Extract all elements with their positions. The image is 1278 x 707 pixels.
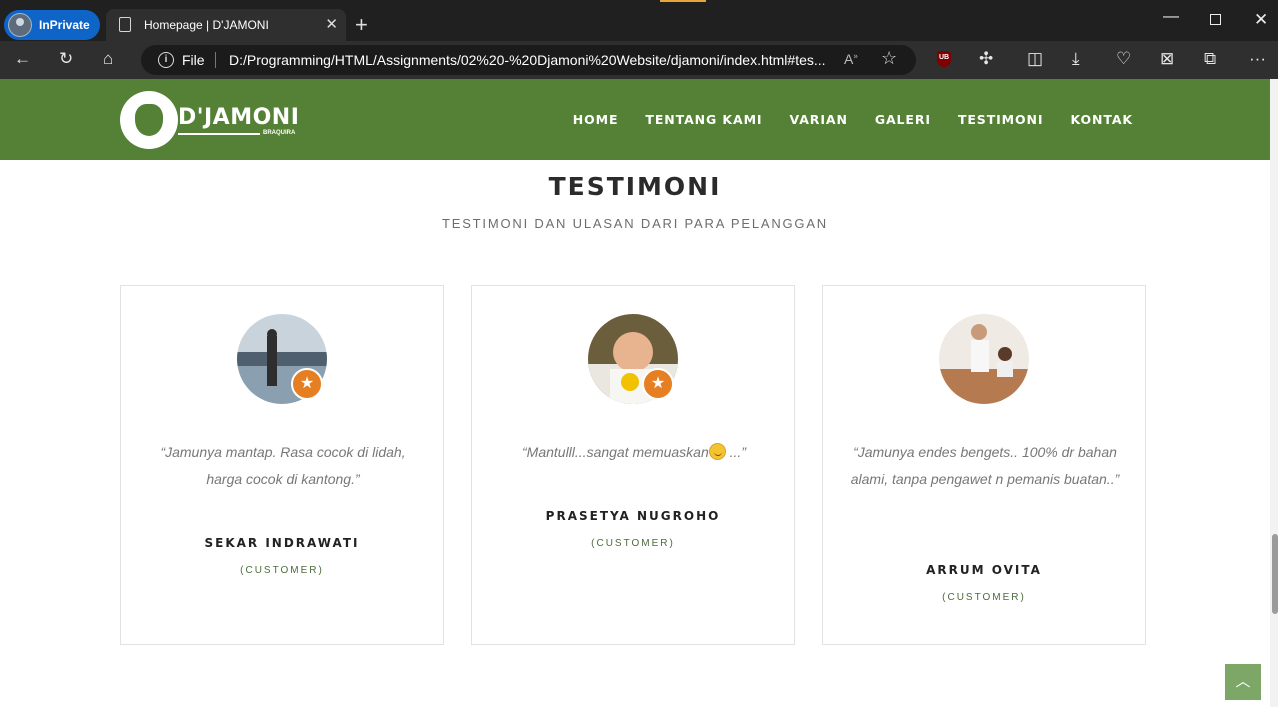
address-bar[interactable]: i File D:/Programming/HTML/Assignments/0… [141, 45, 916, 75]
menu-item-kontak[interactable]: KONTAK [1070, 112, 1133, 127]
menu-item-galeri[interactable]: GALERI [875, 112, 931, 127]
inprivate-label: InPrivate [39, 18, 90, 32]
maximize-window-icon[interactable] [1210, 14, 1221, 25]
web-capture-icon[interactable]: ⊠ [1160, 50, 1174, 68]
main-menu: HOME TENTANG KAMI VARIAN GALERI TESTIMON… [573, 112, 1133, 127]
quote-text-end: ...” [725, 444, 746, 460]
back-arrow-icon[interactable]: ← [14, 50, 31, 68]
collections-icon[interactable]: ⧉ [1204, 50, 1216, 68]
browser-toolbar: ← ↻ ⌂ i File D:/Programming/HTML/Assignm… [0, 41, 1278, 79]
back-to-top-button[interactable]: ︿ [1225, 664, 1261, 700]
section-subtitle: TESTIMONI DAN ULASAN DARI PARA PELANGGAN [442, 216, 828, 231]
refresh-icon[interactable]: ↻ [59, 50, 73, 68]
address-separator [215, 52, 216, 68]
testimonial-card: ★ “Mantulll...sangat memuaskan ...” PRAS… [471, 285, 795, 645]
testimonial-card: ★ “Jamunya mantap. Rasa cocok di lidah, … [120, 285, 444, 645]
testimonial-card: “Jamunya endes bengets.. 100% dr bahan a… [822, 285, 1146, 645]
customer-role: (CUSTOMER) [591, 538, 675, 549]
menu-item-home[interactable]: HOME [573, 112, 619, 127]
logo-brand-name: D'JAMONI [178, 105, 300, 130]
section-title: TESTIMONI [548, 172, 722, 201]
address-url[interactable]: D:/Programming/HTML/Assignments/02%20-%2… [229, 52, 834, 68]
quote-text: “Mantulll...sangat memuaskan [522, 444, 709, 460]
quote-badge-icon: ★ [642, 368, 674, 400]
customer-role: (CUSTOMER) [942, 592, 1026, 603]
customer-photo [939, 314, 1029, 404]
ublock-extension-icon[interactable]: UB [937, 51, 951, 67]
logo-underline [178, 133, 260, 135]
close-tab-icon[interactable]: ✕ [325, 15, 338, 33]
smile-emoji-icon [708, 443, 726, 460]
home-icon[interactable]: ⌂ [103, 50, 113, 68]
customer-name: SEKAR INDRAWATI [204, 536, 360, 550]
logo-mark-icon [120, 91, 178, 149]
customer-name: PRASETYA NUGROHO [545, 509, 721, 523]
read-aloud-icon[interactable]: A» [844, 51, 858, 67]
new-tab-icon[interactable]: + [355, 12, 368, 38]
profile-avatar-icon [8, 13, 32, 37]
tab-accent-line [660, 0, 706, 2]
testimonial-quote: “Jamunya mantap. Rasa cocok di lidah, ha… [160, 444, 406, 487]
split-screen-icon[interactable]: ◫ [1027, 50, 1043, 68]
browser-titlebar: InPrivate Homepage | D'JAMONI ✕ + — ✕ [0, 0, 1278, 41]
page-icon [119, 17, 131, 32]
inprivate-profile-button[interactable]: InPrivate [4, 10, 100, 40]
logo-brand-sub: BRAQUIRA [263, 130, 296, 136]
menu-item-varian[interactable]: VARIAN [790, 112, 848, 127]
customer-name: ARRUM OVITA [926, 563, 1042, 577]
favorite-star-icon[interactable]: ☆ [881, 48, 897, 69]
address-scheme: File [182, 52, 205, 68]
menu-item-testimoni[interactable]: TESTIMONI [958, 112, 1044, 127]
minimize-window-icon[interactable]: — [1163, 8, 1179, 26]
more-menu-icon[interactable]: ··· [1249, 50, 1266, 68]
browser-tab-homepage[interactable]: Homepage | D'JAMONI ✕ [106, 9, 346, 41]
close-window-icon[interactable]: ✕ [1254, 10, 1268, 30]
testimonial-quote: “Jamunya endes bengets.. 100% dr bahan a… [850, 444, 1120, 487]
customer-role: (CUSTOMER) [240, 565, 324, 576]
extensions-puzzle-icon[interactable]: ✣ [979, 50, 993, 68]
testimonial-quote: “Mantulll...sangat memuaskan ...” [494, 439, 774, 466]
browser-essentials-heart-icon[interactable]: ♡ [1116, 50, 1131, 68]
quote-badge-icon: ★ [291, 368, 323, 400]
site-navbar: D'JAMONI BRAQUIRA HOME TENTANG KAMI VARI… [0, 79, 1270, 160]
scrollbar-thumb[interactable] [1272, 534, 1278, 614]
site-info-icon[interactable]: i [158, 52, 174, 68]
downloads-icon[interactable]: ⤓ [1072, 50, 1080, 68]
tab-title: Homepage | D'JAMONI [144, 18, 269, 32]
site-logo[interactable]: D'JAMONI BRAQUIRA [120, 87, 302, 153]
menu-item-tentang-kami[interactable]: TENTANG KAMI [645, 112, 762, 127]
page-viewport: D'JAMONI BRAQUIRA HOME TENTANG KAMI VARI… [0, 79, 1278, 707]
chevron-up-icon: ︿ [1235, 673, 1251, 690]
